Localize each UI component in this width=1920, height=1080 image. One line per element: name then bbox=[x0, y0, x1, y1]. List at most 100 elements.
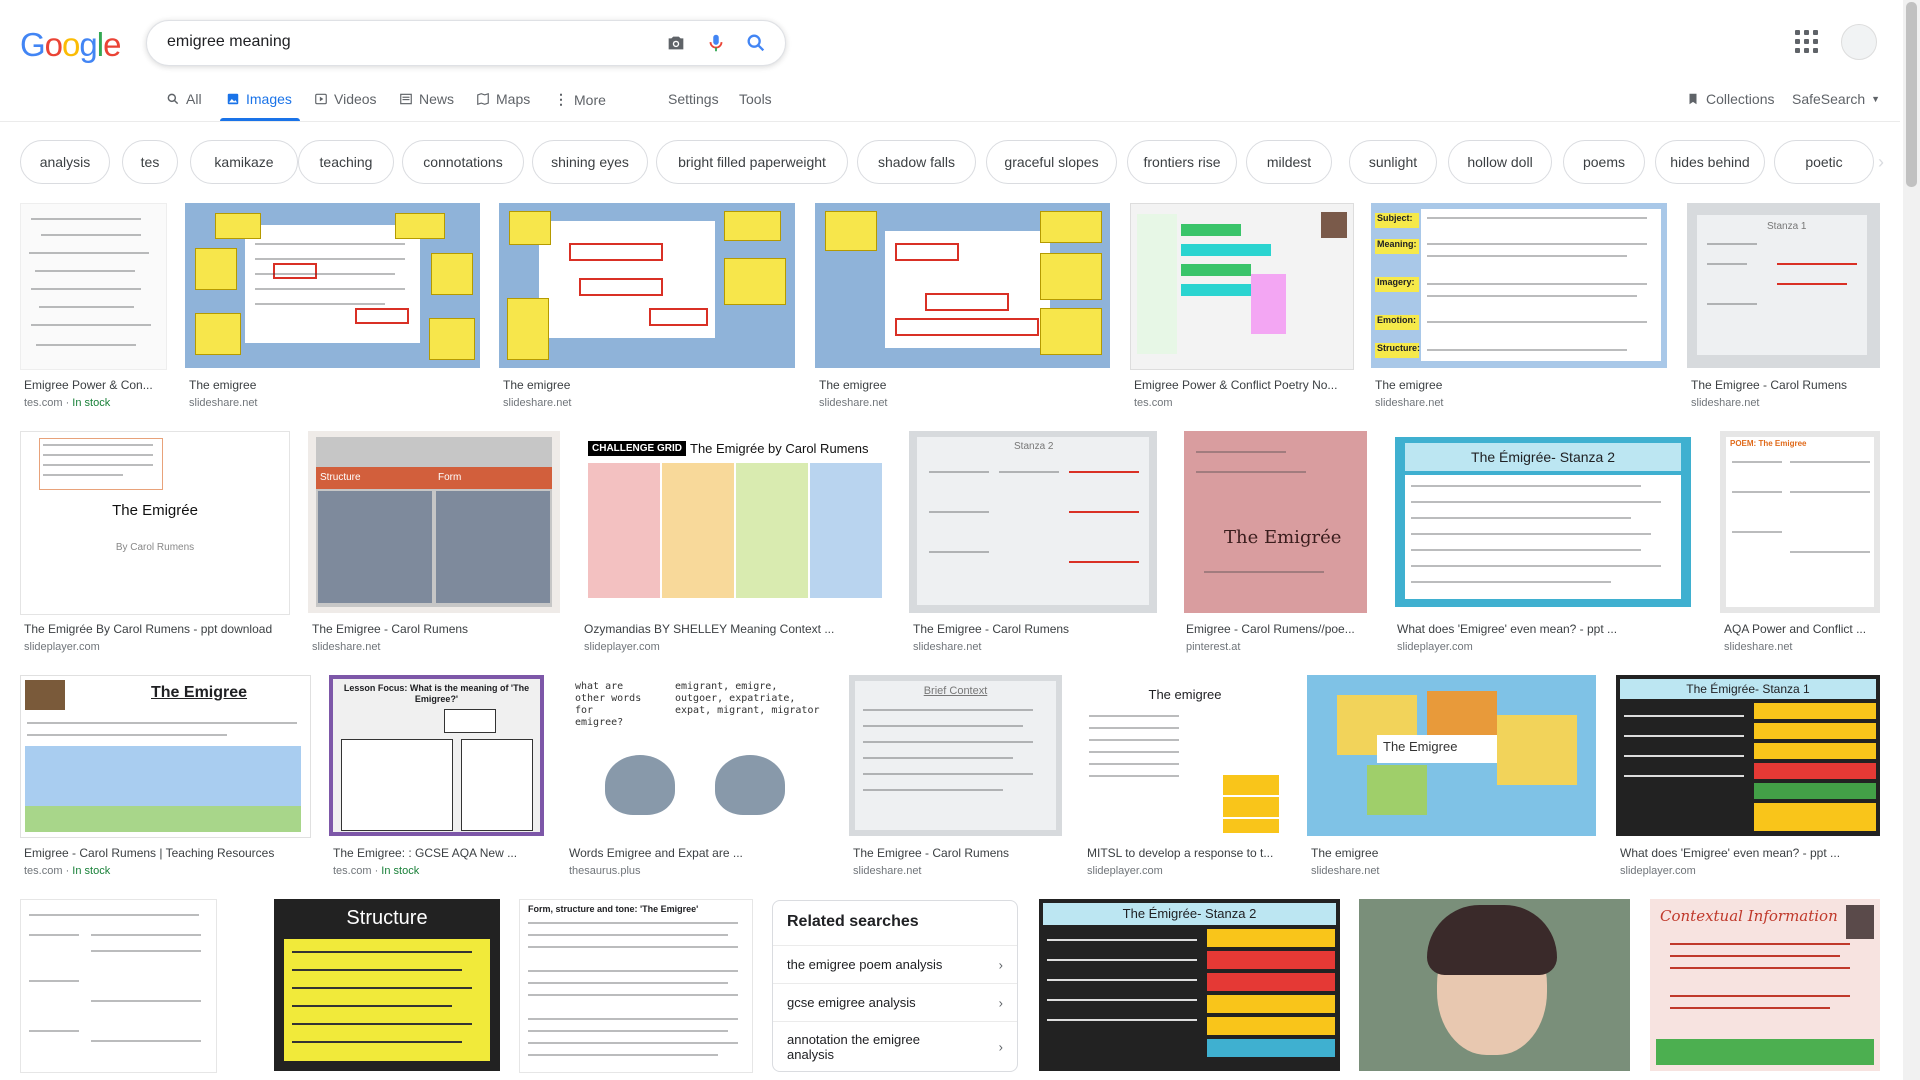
result-image[interactable]: what are other words for emigree? emigra… bbox=[565, 675, 828, 836]
result-image[interactable]: The Émigrée- Stanza 2 bbox=[1039, 899, 1340, 1071]
tab-more[interactable]: ⋮ More bbox=[554, 91, 606, 108]
result-source[interactable]: slideshare.net bbox=[1375, 397, 1444, 409]
chip-poetic[interactable]: poetic bbox=[1774, 140, 1874, 184]
chip-mildest[interactable]: mildest bbox=[1246, 140, 1332, 184]
result-source[interactable]: pinterest.at bbox=[1186, 641, 1240, 653]
result-title[interactable]: Emigree - Carol Rumens//poe... bbox=[1186, 622, 1366, 636]
result-title[interactable]: Emigree Power & Con... bbox=[24, 378, 164, 392]
chevron-right-icon[interactable]: › bbox=[1878, 152, 1884, 173]
chip-kamikaze[interactable]: kamikaze bbox=[190, 140, 298, 184]
result-image[interactable]: Lesson Focus: What is the meaning of 'Th… bbox=[329, 675, 544, 836]
result-title[interactable]: What does 'Emigree' even mean? - ppt ... bbox=[1397, 622, 1697, 636]
google-logo[interactable]: Google bbox=[20, 26, 121, 64]
mic-icon[interactable] bbox=[705, 32, 727, 54]
result-source[interactable]: slideplayer.com bbox=[1087, 865, 1163, 877]
result-source[interactable]: slideplayer.com bbox=[1620, 865, 1696, 877]
chip-hides-behind[interactable]: hides behind bbox=[1655, 140, 1765, 184]
result-source[interactable]: slideplayer.com bbox=[1397, 641, 1473, 653]
result-source[interactable]: tes.com bbox=[1134, 397, 1173, 409]
result-image[interactable]: Form, structure and tone: 'The Emigree' bbox=[519, 899, 753, 1073]
tab-settings[interactable]: Settings bbox=[668, 91, 719, 107]
result-source[interactable]: slideplayer.com bbox=[584, 641, 660, 653]
result-title[interactable]: Words Emigree and Expat are ... bbox=[569, 846, 829, 860]
result-title[interactable]: The Emigree: : GCSE AQA New ... bbox=[333, 846, 543, 860]
related-search-item[interactable]: the emigree poem analysis › bbox=[773, 945, 1017, 984]
safesearch-button[interactable]: SafeSearch ▼ bbox=[1792, 91, 1880, 107]
search-box[interactable]: emigree meaning bbox=[146, 20, 786, 66]
chip-shining-eyes[interactable]: shining eyes bbox=[532, 140, 648, 184]
result-source[interactable]: slideshare.net bbox=[1311, 865, 1380, 877]
chip-graceful-slopes[interactable]: graceful slopes bbox=[986, 140, 1117, 184]
chip-hollow-doll[interactable]: hollow doll bbox=[1448, 140, 1552, 184]
result-title[interactable]: The emigree bbox=[1311, 846, 1596, 860]
result-source[interactable]: tes.com · In stock bbox=[333, 865, 419, 877]
result-image[interactable]: Stanza 1 bbox=[1687, 203, 1880, 368]
tab-tools[interactable]: Tools bbox=[739, 91, 772, 107]
result-source[interactable]: thesaurus.plus bbox=[569, 865, 641, 877]
chip-sunlight[interactable]: sunlight bbox=[1349, 140, 1437, 184]
chip-analysis[interactable]: analysis bbox=[20, 140, 110, 184]
result-title[interactable]: The Emigrée By Carol Rumens - ppt downlo… bbox=[24, 622, 294, 636]
result-title[interactable]: MITSL to develop a response to t... bbox=[1087, 846, 1287, 860]
chip-connotations[interactable]: connotations bbox=[402, 140, 524, 184]
search-input[interactable]: emigree meaning bbox=[167, 33, 291, 51]
result-image[interactable]: Contextual Information bbox=[1650, 899, 1880, 1071]
chip-frontiers-rise[interactable]: frontiers rise bbox=[1127, 140, 1237, 184]
result-image[interactable]: The Emigrée bbox=[1184, 431, 1367, 613]
result-title[interactable]: The Emigree - Carol Rumens bbox=[913, 622, 1158, 636]
result-title[interactable]: The Emigree - Carol Rumens bbox=[312, 622, 562, 636]
result-title[interactable]: Ozymandias BY SHELLEY Meaning Context ..… bbox=[584, 622, 889, 636]
result-source[interactable]: slideshare.net bbox=[503, 397, 572, 409]
result-image[interactable] bbox=[185, 203, 480, 368]
result-source[interactable]: slideshare.net bbox=[1691, 397, 1760, 409]
tab-all[interactable]: All bbox=[166, 91, 202, 107]
result-title[interactable]: The Emigree - Carol Rumens bbox=[853, 846, 1063, 860]
result-source[interactable]: slideplayer.com bbox=[24, 641, 100, 653]
result-title[interactable]: The emigree bbox=[819, 378, 1109, 392]
result-image[interactable]: Structure Form bbox=[308, 431, 560, 613]
result-title[interactable]: The emigree bbox=[503, 378, 793, 392]
result-title[interactable]: The emigree bbox=[189, 378, 479, 392]
chip-bright-filled-paperweight[interactable]: bright filled paperweight bbox=[656, 140, 848, 184]
result-image[interactable]: CHALLENGE GRID The Emigrée by Carol Rume… bbox=[580, 431, 889, 613]
result-image[interactable]: Stanza 2 bbox=[909, 431, 1157, 613]
result-image[interactable]: The emigree bbox=[1083, 675, 1287, 836]
result-image[interactable]: The Emigree bbox=[1307, 675, 1596, 836]
apps-grid-icon[interactable] bbox=[1795, 30, 1819, 54]
tab-images[interactable]: Images bbox=[226, 91, 292, 107]
search-icon[interactable] bbox=[745, 32, 767, 54]
result-image[interactable]: Subject: Meaning: Imagery: Emotion: Stru… bbox=[1371, 203, 1667, 368]
related-search-item[interactable]: annotation the emigree analysis › bbox=[773, 1021, 1017, 1072]
result-image[interactable]: The Émigrée- Stanza 1 bbox=[1616, 675, 1880, 836]
result-image[interactable]: Brief Context bbox=[849, 675, 1062, 836]
tab-news[interactable]: News bbox=[399, 91, 454, 107]
scrollbar-thumb[interactable] bbox=[1906, 2, 1917, 187]
result-title[interactable]: The emigree bbox=[1375, 378, 1665, 392]
result-image[interactable]: The Émigrée- Stanza 2 bbox=[1387, 431, 1697, 613]
chip-poems[interactable]: poems bbox=[1563, 140, 1645, 184]
chip-shadow-falls[interactable]: shadow falls bbox=[857, 140, 976, 184]
result-image[interactable]: The Emigree bbox=[20, 675, 311, 838]
result-title[interactable]: AQA Power and Conflict ... bbox=[1724, 622, 1884, 636]
collections-button[interactable]: Collections bbox=[1686, 91, 1774, 107]
result-image[interactable]: POEM: The Emigree bbox=[1720, 431, 1880, 613]
result-title[interactable]: What does 'Emigree' even mean? - ppt ... bbox=[1620, 846, 1880, 860]
chip-tes[interactable]: tes bbox=[122, 140, 178, 184]
result-image[interactable] bbox=[20, 899, 217, 1073]
chip-teaching[interactable]: teaching bbox=[298, 140, 394, 184]
result-image[interactable] bbox=[20, 203, 167, 370]
result-title[interactable]: Emigree Power & Conflict Poetry No... bbox=[1134, 378, 1349, 392]
result-source[interactable]: slideshare.net bbox=[819, 397, 888, 409]
result-source[interactable]: tes.com · In stock bbox=[24, 865, 110, 877]
result-source[interactable]: slideshare.net bbox=[853, 865, 922, 877]
result-title[interactable]: Emigree - Carol Rumens | Teaching Resour… bbox=[24, 846, 309, 860]
camera-icon[interactable] bbox=[665, 32, 687, 54]
result-image[interactable] bbox=[815, 203, 1110, 368]
result-image[interactable]: Structure bbox=[274, 899, 500, 1071]
result-source[interactable]: slideshare.net bbox=[312, 641, 381, 653]
result-source[interactable]: slideshare.net bbox=[1724, 641, 1793, 653]
result-image[interactable] bbox=[499, 203, 795, 368]
related-search-item[interactable]: gcse emigree analysis › bbox=[773, 983, 1017, 1022]
tab-videos[interactable]: Videos bbox=[314, 91, 377, 107]
result-title[interactable]: The Emigree - Carol Rumens bbox=[1691, 378, 1879, 392]
